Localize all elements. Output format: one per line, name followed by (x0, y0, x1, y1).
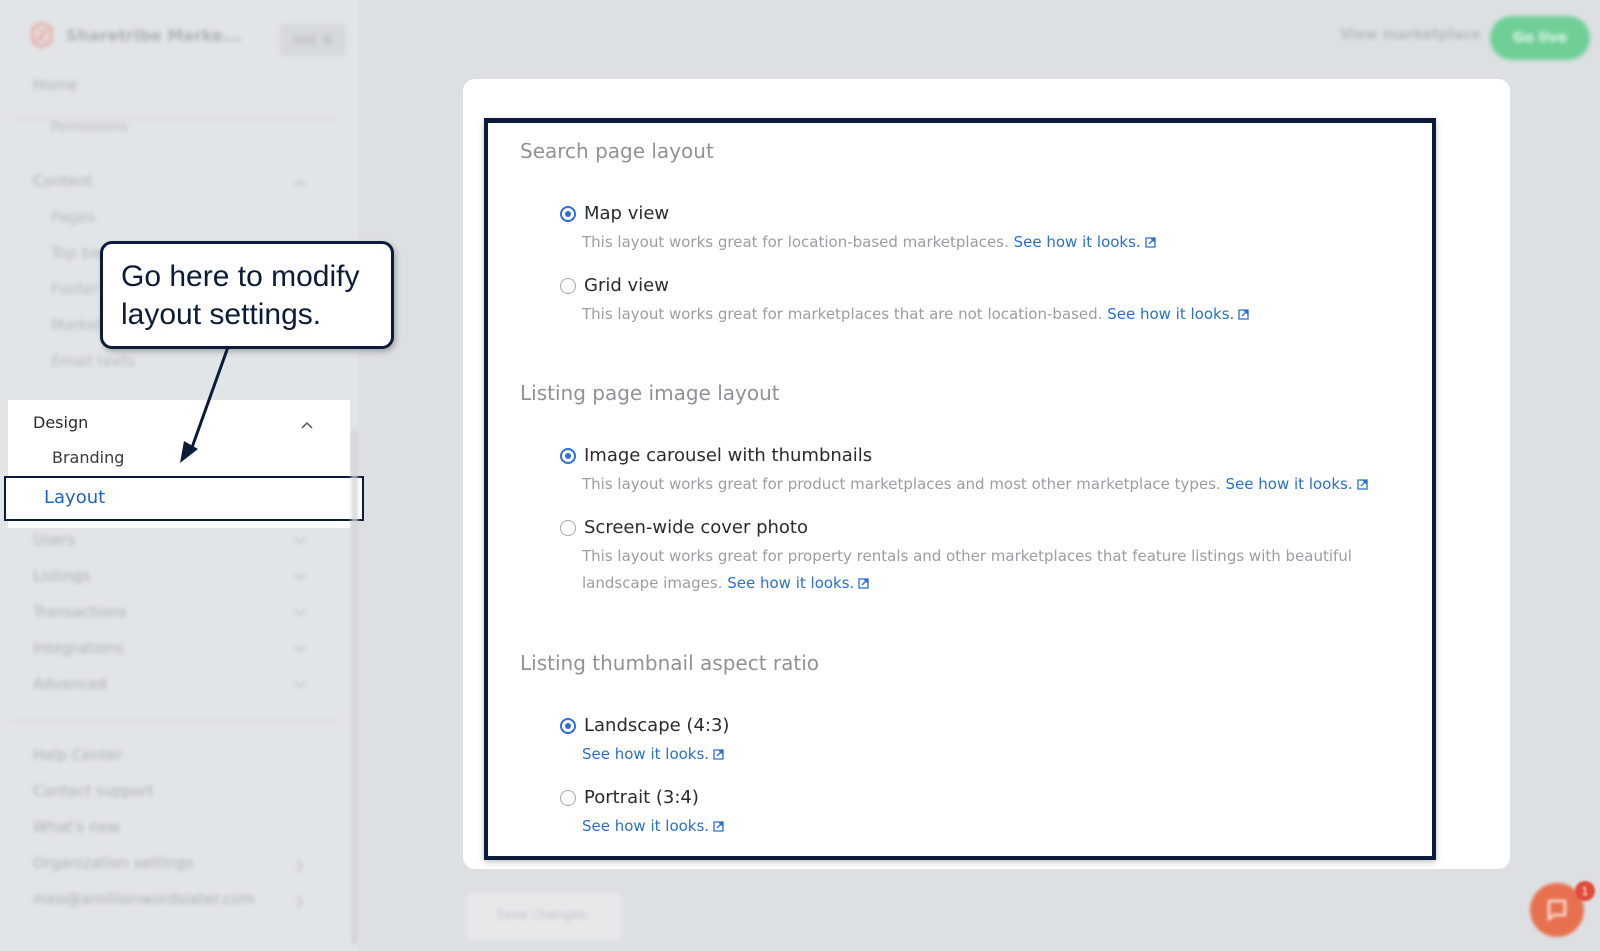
description-text: This layout works great for property ren… (582, 547, 1352, 592)
see-how-it-looks-link[interactable]: See how it looks. (727, 574, 854, 592)
environment-badge[interactable]: test ⇅ (280, 24, 346, 56)
save-changes-label: Save changes (496, 908, 587, 923)
see-how-it-looks-link[interactable]: See how it looks. (1226, 475, 1353, 493)
option-label: Image carousel with thumbnails (584, 445, 873, 466)
sidebar-item-advanced[interactable]: Advanced (33, 675, 107, 693)
see-how-it-looks-link[interactable]: See how it looks. (582, 745, 709, 763)
radio-screen-wide-cover[interactable] (560, 519, 576, 536)
chevron-down-icon (294, 573, 306, 581)
chevron-up-icon (294, 179, 306, 187)
option-description: This layout works great for marketplaces… (582, 301, 1412, 328)
annotation-callout: Go here to modify layout settings. (100, 241, 394, 349)
divider (10, 118, 340, 119)
sidebar-item-users[interactable]: Users (33, 531, 75, 549)
sidebar-item-permissions[interactable]: Permissions (51, 120, 128, 135)
external-link-icon[interactable] (1238, 309, 1249, 320)
radio-grid-view[interactable] (560, 277, 576, 294)
go-live-button[interactable]: Go live (1490, 16, 1590, 60)
sidebar-item-listings[interactable]: Listings (33, 567, 90, 585)
option-label: Grid view (584, 275, 669, 296)
external-link-icon[interactable] (858, 578, 869, 589)
sidebar-item-footer[interactable]: Footer (51, 280, 99, 298)
sidebar-item-layout-highlight[interactable]: Layout (4, 476, 364, 521)
sidebar-item-layout[interactable]: Layout (44, 487, 105, 508)
link-whats-new[interactable]: What's new (33, 818, 120, 836)
radio-image-carousel[interactable] (560, 447, 576, 464)
sidebar-item-content[interactable]: Content (33, 172, 93, 190)
option-description: See how it looks. (582, 741, 1412, 768)
option-image-carousel[interactable]: Image carousel with thumbnails (560, 445, 872, 466)
option-label: Screen-wide cover photo (584, 517, 808, 538)
external-link-icon[interactable] (1356, 479, 1368, 490)
sidebar-item-branding[interactable]: Branding (52, 448, 124, 467)
external-link-icon[interactable] (1145, 237, 1156, 248)
section-title-search-layout: Search page layout (520, 139, 714, 163)
option-description: This layout works great for product mark… (582, 471, 1412, 498)
callout-arrow-icon (180, 346, 230, 463)
see-how-it-looks-link[interactable]: See how it looks. (1014, 233, 1141, 251)
sidebar: Sharetribe Marke... test ⇅ Home Permissi… (0, 0, 364, 951)
chevron-down-icon (294, 609, 306, 617)
option-map-view[interactable]: Map view (560, 203, 669, 224)
description-text: This layout works great for location-bas… (582, 233, 1009, 251)
option-label: Map view (584, 203, 670, 224)
link-organization-settings[interactable]: Organization settings (33, 854, 193, 872)
option-landscape[interactable]: Landscape (4:3) (560, 715, 729, 736)
chevron-down-icon (294, 645, 306, 653)
chat-icon (1548, 900, 1566, 922)
sidebar-item-top-bar[interactable]: Top bar (51, 244, 106, 262)
option-screen-wide-cover[interactable]: Screen-wide cover photo (560, 517, 808, 538)
sidebar-item-pages[interactable]: Pages (51, 208, 95, 226)
swap-icon: ⇅ (322, 33, 333, 47)
brand-name: Sharetribe Marke... (66, 25, 242, 45)
radio-map-view[interactable] (560, 205, 576, 222)
chevron-up-icon[interactable] (301, 421, 313, 429)
chevron-down-icon (294, 537, 306, 545)
option-grid-view[interactable]: Grid view (560, 275, 669, 296)
option-label: Landscape (4:3) (584, 715, 730, 736)
divider (10, 720, 340, 721)
layout-settings-highlight: Search page layout Map view This layout … (484, 118, 1436, 860)
chevron-right-icon (296, 896, 304, 908)
sidebar-item-transactions[interactable]: Transactions (33, 603, 127, 621)
see-how-it-looks-link[interactable]: See how it looks. (582, 817, 709, 835)
external-link-icon[interactable] (713, 821, 724, 832)
sidebar-item-home[interactable]: Home (33, 76, 77, 94)
brand[interactable]: Sharetribe Marke... (30, 21, 242, 49)
see-how-it-looks-link[interactable]: See how it looks. (1107, 305, 1234, 323)
section-title-listing-image-layout: Listing page image layout (520, 381, 780, 405)
notification-badge: 1 (1575, 881, 1595, 901)
option-description: See how it looks. (582, 813, 1412, 840)
option-description: This layout works great for property ren… (582, 543, 1412, 597)
option-description: This layout works great for location-bas… (582, 229, 1412, 256)
description-text: This layout works great for marketplaces… (582, 305, 1103, 323)
link-account-email[interactable]: meo@amillionwordslater.com (33, 890, 255, 908)
save-changes-button[interactable]: Save changes (466, 893, 622, 941)
radio-portrait[interactable] (560, 789, 576, 806)
description-text: This layout works great for product mark… (582, 475, 1221, 493)
section-title-thumbnail-aspect: Listing thumbnail aspect ratio (520, 651, 820, 675)
link-help-center[interactable]: Help Center (33, 746, 122, 764)
view-marketplace-link[interactable]: View marketplace (1340, 27, 1481, 43)
option-label: Portrait (3:4) (584, 787, 699, 808)
sidebar-item-email-texts[interactable]: Email texts (51, 352, 135, 370)
external-link-icon[interactable] (713, 749, 724, 760)
chevron-right-icon (296, 860, 304, 872)
sidebar-item-integrations[interactable]: Integrations (33, 639, 123, 657)
radio-landscape[interactable] (560, 717, 576, 734)
option-portrait[interactable]: Portrait (3:4) (560, 787, 699, 808)
sidebar-item-design[interactable]: Design (33, 413, 88, 432)
go-live-label: Go live (1512, 30, 1568, 46)
chevron-down-icon (294, 681, 306, 689)
sharetribe-logo-icon (30, 21, 54, 49)
callout-line-2: layout settings. (121, 298, 322, 331)
callout-line-1: Go here to modify (121, 260, 360, 293)
environment-label: test (293, 33, 317, 47)
sidebar-scrollbar[interactable] (352, 430, 357, 945)
link-contact-support[interactable]: Contact support (33, 782, 154, 800)
